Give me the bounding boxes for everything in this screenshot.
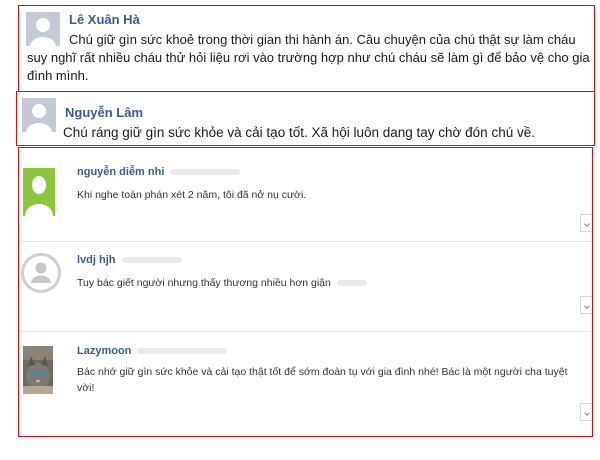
commenter-name[interactable]: Lazymoon	[77, 345, 228, 357]
comment-nguyen-lam: Nguyễn Lâm Chú ráng giữ gìn sức khỏe và …	[16, 91, 595, 146]
comment-text: Tuy bác giết người nhưng thấy thương nhi…	[77, 275, 577, 291]
list-item: Lazymoon Bác nhớ giữ gìn sức khỏe và cải…	[19, 331, 592, 437]
comment-text: Chú ráng giữ gìn sức khỏe và cải tạo tốt…	[63, 125, 535, 140]
default-user-avatar-icon[interactable]	[22, 98, 56, 132]
list-item: lvdj hjh Tuy bác giết người nhưng thấy t…	[19, 241, 592, 332]
comment-text: Chú giữ gìn sức khoẻ trong thời gian thi…	[27, 32, 590, 83]
commenter-name[interactable]: nguyễn diễm nhi	[77, 166, 241, 178]
comments-widget: nguyễn diễm nhi Khi nghe toàn phán xét 2…	[18, 147, 593, 437]
default-person-avatar-icon[interactable]	[21, 253, 61, 293]
comment-text: Khi nghe toàn phán xét 2 năm, tôi đã nở …	[77, 189, 307, 201]
chevron-down-icon[interactable]	[580, 403, 592, 421]
cat-photo-avatar-icon[interactable]	[23, 346, 53, 394]
comment-le-xuan-ha: Lê Xuân Hà Chú giữ gìn sức khoẻ trong th…	[18, 5, 595, 92]
commenter-name[interactable]: lvdj hjh	[77, 254, 182, 266]
chevron-down-icon[interactable]	[580, 214, 592, 232]
commenter-name[interactable]: Nguyễn Lâm	[65, 105, 143, 120]
comment-text: Bác nhớ giữ gìn sức khỏe và cải tạo thật…	[77, 366, 568, 394]
green-silhouette-avatar-icon[interactable]	[23, 168, 55, 216]
chevron-down-icon[interactable]	[580, 296, 592, 314]
commenter-name[interactable]: Lê Xuân Hà	[69, 12, 140, 27]
list-item: nguyễn diễm nhi Khi nghe toàn phán xét 2…	[19, 148, 592, 242]
